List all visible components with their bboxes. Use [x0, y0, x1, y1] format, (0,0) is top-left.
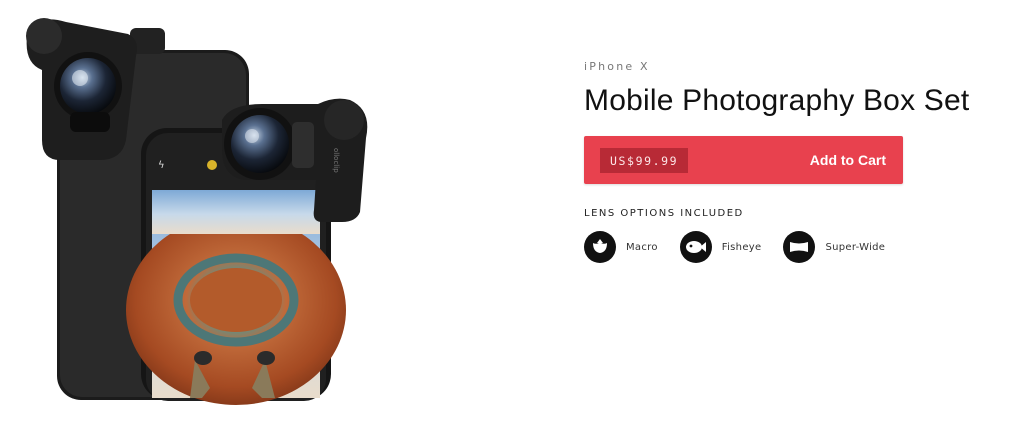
add-to-cart-label: Add to Cart — [809, 152, 886, 168]
lens-option-fisheye: Fisheye — [679, 231, 762, 263]
lens-option-macro: Macro — [584, 231, 658, 263]
product-info: iPhone X Mobile Photography Box Set US$9… — [584, 60, 1004, 263]
super-wide-icon — [783, 231, 816, 263]
lens-options-list: Macro Fisheye Super-Wide — [584, 231, 1004, 263]
back-lens-clip — [26, 18, 137, 161]
product-title: Mobile Photography Box Set — [584, 84, 970, 117]
fisheye-fish-icon — [679, 231, 712, 263]
add-to-cart-button[interactable]: US$99.99 Add to Cart — [584, 136, 903, 184]
lens-option-label: Macro — [626, 241, 658, 253]
lens-option-label: Fisheye — [721, 241, 762, 253]
product-image: ϟ olloclip — [26, 18, 368, 405]
price-badge: US$99.99 — [600, 147, 689, 173]
lens-option-label: Super-Wide — [825, 241, 886, 253]
macro-flower-icon — [584, 231, 616, 263]
svg-text:ϟ: ϟ — [158, 160, 165, 171]
device-model: iPhone X — [584, 60, 650, 73]
lens-brand-text: olloclip — [332, 148, 340, 173]
lens-options-heading: LENS OPTIONS INCLUDED — [584, 208, 744, 219]
lens-option-super-wide: Super-Wide — [783, 231, 885, 263]
